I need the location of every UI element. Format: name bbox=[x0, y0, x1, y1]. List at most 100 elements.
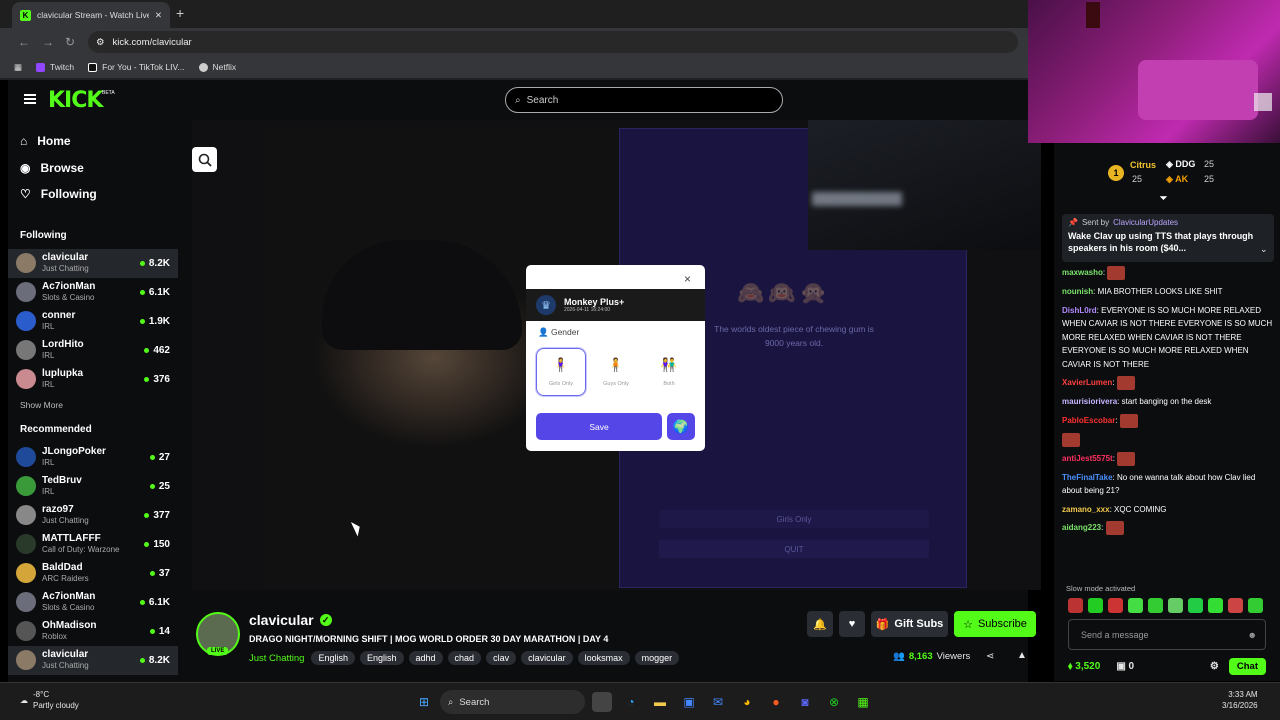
sidebar-channel-0[interactable]: JLongoPoker IRL 27 bbox=[8, 443, 178, 472]
bookmark-tiktok[interactable]: For You - TikTok LIV... bbox=[88, 62, 185, 72]
emote-icon bbox=[1107, 266, 1126, 280]
app-icon[interactable]: ● bbox=[766, 692, 786, 712]
chat-username[interactable]: TheFinalTake bbox=[1062, 473, 1113, 482]
apps-icon[interactable]: ▦ bbox=[14, 62, 22, 73]
sidebar-channel-6[interactable]: OhMadison Roblox 14 bbox=[8, 617, 178, 646]
settings-icon[interactable]: ⚙ bbox=[1210, 661, 1219, 672]
category-link[interactable]: Just Chatting bbox=[249, 653, 304, 664]
avatar bbox=[16, 621, 36, 641]
xbox-icon[interactable]: ⊗ bbox=[824, 692, 844, 712]
tag-pill[interactable]: chad bbox=[447, 651, 482, 665]
taskbar-search[interactable]: ⌕ Search bbox=[440, 690, 585, 714]
viewers-icon: 👥 bbox=[893, 651, 905, 662]
edge-icon[interactable]: ◔ bbox=[621, 692, 641, 712]
discord-icon[interactable]: ◙ bbox=[795, 692, 815, 712]
chat-username[interactable]: zamano_xxx bbox=[1062, 505, 1110, 514]
chat-username[interactable]: XavierLumen bbox=[1062, 378, 1112, 387]
chat-username[interactable]: nounish bbox=[1062, 287, 1093, 296]
sidebar-channel-7[interactable]: clavicular Just Chatting 8.2K bbox=[8, 645, 178, 675]
save-button[interactable]: Save bbox=[536, 413, 662, 440]
windows-start-icon[interactable]: ⊞ bbox=[414, 692, 434, 712]
bookmark-twitch[interactable]: Twitch bbox=[36, 62, 74, 72]
tag-pill[interactable]: clavicular bbox=[521, 651, 573, 665]
folder-icon[interactable]: ▬ bbox=[650, 692, 670, 712]
chat-username[interactable]: antiJest5575t bbox=[1062, 454, 1113, 463]
sidebar-channel-1[interactable]: TedBruv IRL 25 bbox=[8, 472, 178, 501]
avatar bbox=[16, 369, 36, 389]
chat-username[interactable]: maurisiorivera bbox=[1062, 397, 1117, 406]
close-icon[interactable]: × bbox=[684, 272, 691, 286]
pinned-message[interactable]: 📌 Sent by ClavicularUpdates Wake Clav up u… bbox=[1062, 214, 1274, 262]
tag-pill[interactable]: mogger bbox=[634, 651, 680, 665]
search-input[interactable]: ⌕ Search bbox=[505, 87, 783, 113]
menu-icon[interactable] bbox=[24, 94, 36, 104]
gift-subs-button[interactable]: 🎁 Gift Subs bbox=[871, 611, 948, 637]
tag-pill[interactable]: adhd bbox=[408, 651, 443, 665]
weather-widget[interactable]: ☁ -8°C Partly cloudy bbox=[20, 689, 79, 711]
avatar bbox=[16, 340, 36, 360]
chat-username[interactable]: PabloEscobar bbox=[1062, 416, 1115, 425]
sidebar-channel-0[interactable]: clavicular Just Chatting 8.2K bbox=[8, 248, 178, 278]
tag-pill[interactable]: English bbox=[359, 651, 404, 665]
kick-app-icon[interactable]: ▦ bbox=[853, 692, 873, 712]
url-field[interactable]: ⚙ kick.com/clavicular bbox=[88, 31, 1018, 53]
live-dot-icon bbox=[144, 376, 150, 382]
channel-category: Slots & Casino bbox=[42, 603, 95, 612]
sidebar-item-browse[interactable]: ◉ Browse bbox=[20, 155, 166, 182]
show-more-link[interactable]: Show More bbox=[8, 394, 178, 412]
back-icon[interactable]: ← bbox=[18, 35, 30, 49]
sidebar-channel-2[interactable]: razo97 Just Chatting 377 bbox=[8, 501, 178, 530]
avatar bbox=[16, 253, 36, 273]
chevron-down-icon[interactable]: ⌄ bbox=[1260, 244, 1268, 255]
heart-icon: ♥ bbox=[848, 618, 856, 630]
sidebar-channel-3[interactable]: LordHito IRL 462 bbox=[8, 336, 178, 365]
sidebar-item-following[interactable]: ♡ Following bbox=[20, 181, 166, 208]
close-tab-icon[interactable]: ✕ bbox=[155, 10, 162, 21]
store-icon[interactable]: ▣ bbox=[679, 692, 699, 712]
sidebar-channel-5[interactable]: Ac7ionMan Slots & Casino 6.1K bbox=[8, 588, 178, 617]
sidebar-channel-4[interactable]: luplupka IRL 376 bbox=[8, 365, 178, 394]
report-icon[interactable]: ▲ bbox=[1017, 650, 1027, 661]
share-icon[interactable]: ⋖ bbox=[986, 651, 994, 662]
sidebar-item-home[interactable]: ⌂ Home bbox=[20, 128, 166, 155]
option-both[interactable]: 👫 Both bbox=[644, 348, 694, 396]
sidebar-channel-2[interactable]: conner IRL 1.9K bbox=[8, 307, 178, 336]
tag-pill[interactable]: clav bbox=[486, 651, 517, 665]
avatar bbox=[16, 311, 36, 331]
task-view-icon[interactable] bbox=[592, 692, 612, 712]
chat-username[interactable]: DishL0rd bbox=[1062, 306, 1097, 315]
quit-button: QUIT bbox=[659, 540, 929, 558]
chat-send-button[interactable]: Chat bbox=[1228, 657, 1266, 675]
chat-username[interactable]: aidang223 bbox=[1062, 523, 1101, 532]
streamer-name[interactable]: clavicular ✓ bbox=[249, 612, 332, 628]
clock[interactable]: 3:33 AM 3/16/2026 bbox=[1222, 689, 1258, 711]
subscribe-button[interactable]: ☆ Subscribe bbox=[954, 611, 1036, 637]
kick-logo[interactable]: KICK bbox=[48, 88, 103, 113]
cloud-icon: ☁ bbox=[20, 695, 28, 705]
sidebar-channel-1[interactable]: Ac7ionMan Slots & Casino 6.1K bbox=[8, 278, 178, 307]
browser-tab[interactable]: K clavicular Stream - Watch Live o ✕ bbox=[12, 2, 170, 28]
dim-option: Girls Only bbox=[659, 510, 929, 528]
chat-username[interactable]: maxwasho bbox=[1062, 268, 1103, 277]
channel-category: Slots & Casino bbox=[42, 293, 95, 302]
sidebar-channel-4[interactable]: BaldDad ARC Raiders 37 bbox=[8, 559, 178, 588]
mail-icon[interactable]: ✉ bbox=[708, 692, 728, 712]
option-guys-only[interactable]: 🧍 Guys Only bbox=[591, 348, 641, 396]
tag-pill[interactable]: looksmax bbox=[577, 651, 630, 665]
sidebar-channel-3[interactable]: MATTLAFFF Call of Duty: Warzone 150 bbox=[8, 530, 178, 559]
tag-pill[interactable]: English bbox=[311, 651, 355, 665]
chat-text: start banging on the desk bbox=[1121, 397, 1212, 406]
chat-input[interactable]: Send a message ☻ bbox=[1068, 619, 1266, 650]
bookmark-netflix[interactable]: Netflix bbox=[198, 62, 236, 72]
notification-bell-button[interactable]: 🔔 bbox=[807, 611, 833, 637]
forward-icon[interactable]: → bbox=[42, 35, 54, 49]
zoom-icon[interactable] bbox=[192, 147, 217, 172]
new-tab-icon[interactable]: + bbox=[176, 5, 184, 21]
chrome-icon[interactable]: ◕ bbox=[737, 692, 757, 712]
option-girls-only[interactable]: 🧍‍♀️ Girls Only bbox=[536, 348, 586, 396]
globe-icon[interactable]: 🌍 bbox=[667, 413, 695, 440]
emote-bar[interactable] bbox=[1068, 598, 1263, 613]
reload-icon[interactable]: ↻ bbox=[65, 35, 75, 49]
site-info-icon[interactable]: ⚙ bbox=[96, 37, 105, 48]
follow-heart-button[interactable]: ♥ bbox=[839, 611, 865, 637]
